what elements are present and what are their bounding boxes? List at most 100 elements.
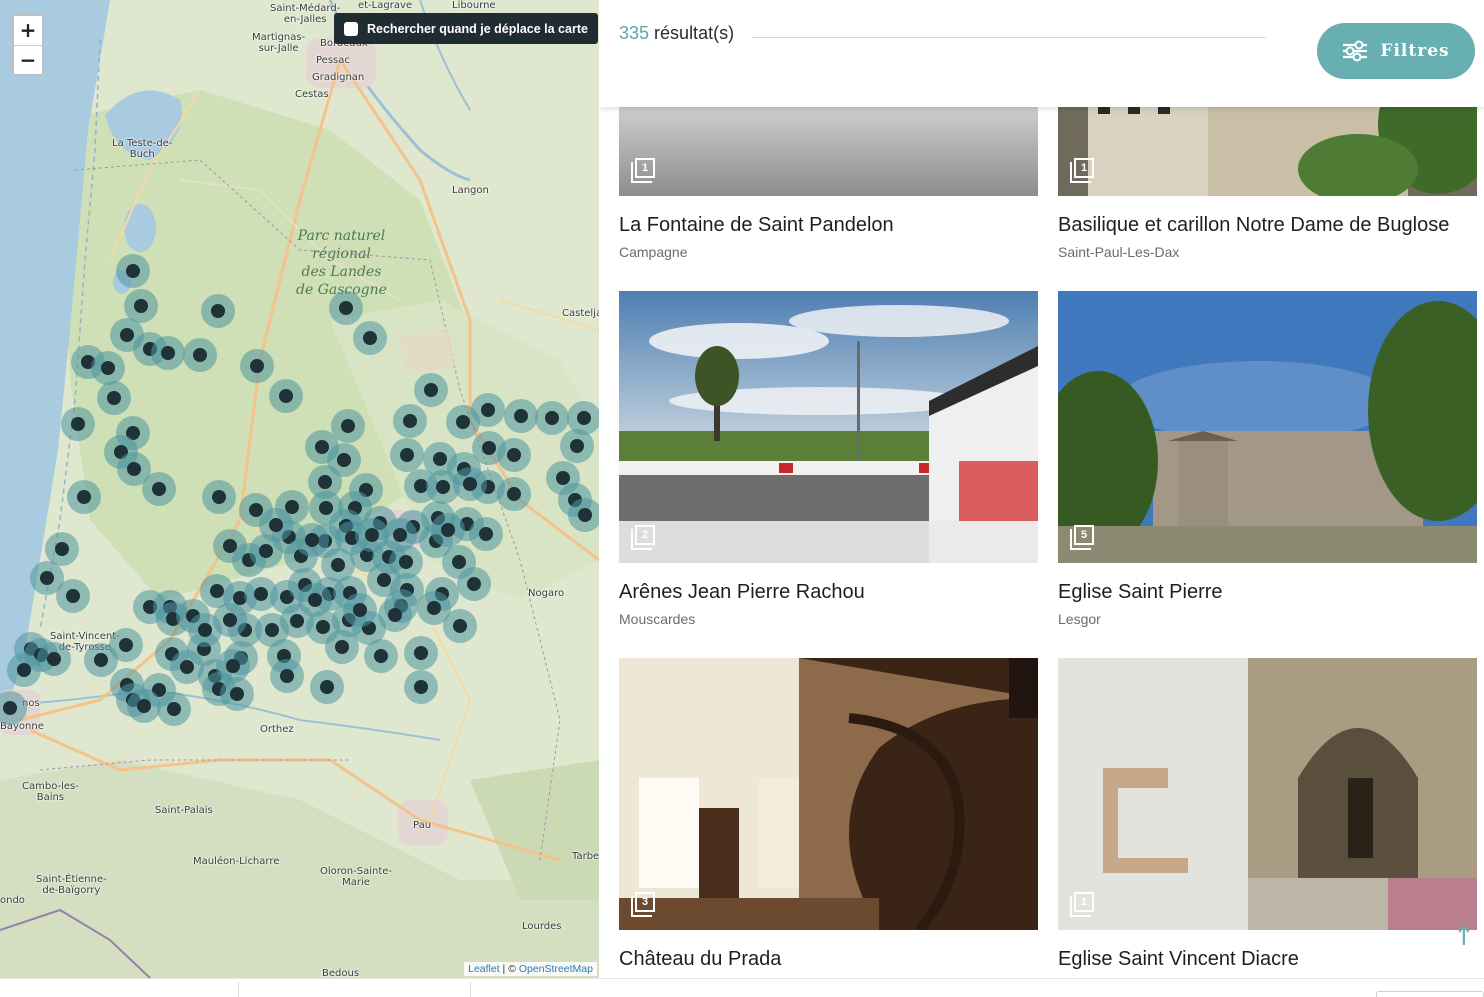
results-panel[interactable]: 335 résultat(s) Filtres 1 La Fontaine de…	[599, 0, 1484, 978]
map-marker[interactable]	[56, 579, 90, 613]
result-card[interactable]: 1 Eglise Saint Vincent Diacre	[1058, 658, 1477, 978]
map-place-label: Nogaro	[528, 588, 565, 599]
map-marker[interactable]	[471, 393, 505, 427]
map-marker[interactable]	[269, 379, 303, 413]
map-marker[interactable]	[325, 630, 359, 664]
result-card[interactable]: 5 Eglise Saint Pierre Lesgor	[1058, 291, 1477, 627]
map-marker[interactable]	[202, 480, 236, 514]
map-marker[interactable]	[310, 670, 344, 704]
map-place-label: Saint-Palais	[155, 805, 213, 816]
map-place-label: Orthez	[260, 724, 294, 735]
openstreetmap-link[interactable]: OpenStreetMap	[519, 963, 593, 975]
map-place-label: Saint-Étienne-de-Baïgorry	[36, 874, 107, 896]
result-card[interactable]: 2 Arênes Jean Pierre Rachou Mouscardes	[619, 291, 1038, 627]
porch-photo[interactable]: 1	[1058, 658, 1477, 930]
map-marker[interactable]	[7, 653, 41, 687]
photo-count-number: 1	[635, 158, 655, 178]
church-photo[interactable]: 5	[1058, 291, 1477, 563]
zoom-out-button[interactable]: −	[14, 45, 42, 74]
map-marker[interactable]	[568, 498, 599, 532]
map-marker[interactable]	[213, 603, 247, 637]
map-marker[interactable]	[37, 642, 71, 676]
card-town: Saint-Paul-Les-Dax	[1058, 244, 1180, 260]
park-label: Parc naturel régional des Landes de Gasc…	[296, 227, 387, 299]
bottom-divider	[470, 982, 471, 997]
photo-count-number: 1	[1074, 158, 1094, 178]
map-marker[interactable]	[91, 351, 125, 385]
map-marker[interactable]	[151, 336, 185, 370]
map-marker[interactable]	[109, 628, 143, 662]
map-place-label: Oloron-Sainte- Marie	[320, 866, 392, 888]
map-marker[interactable]	[364, 639, 398, 673]
map-marker[interactable]	[353, 321, 387, 355]
map-marker[interactable]	[560, 429, 594, 463]
map-marker[interactable]	[497, 477, 531, 511]
map-place-label: Gradignan	[312, 72, 365, 83]
card-title[interactable]: Château du Prada	[619, 948, 1038, 971]
map-marker[interactable]	[355, 518, 389, 552]
map-view[interactable]: Parc naturel régional des Landes de Gasc…	[0, 0, 599, 978]
card-town: Campagne	[619, 244, 688, 260]
card-title[interactable]: Eglise Saint Vincent Diacre	[1058, 948, 1477, 971]
map-marker[interactable]	[457, 567, 491, 601]
card-title[interactable]: La Fontaine de Saint Pandelon	[619, 214, 1038, 237]
map-marker[interactable]	[157, 692, 191, 726]
map-marker[interactable]	[295, 523, 329, 557]
map-marker[interactable]	[220, 677, 254, 711]
map-marker[interactable]	[240, 349, 274, 383]
map-marker[interactable]	[469, 517, 503, 551]
leaflet-link[interactable]: Leaflet	[468, 963, 500, 975]
map-marker[interactable]	[298, 583, 332, 617]
card-title[interactable]: Arênes Jean Pierre Rachou	[619, 581, 1038, 604]
zoom-in-button[interactable]: +	[14, 16, 42, 45]
map-marker[interactable]	[378, 598, 412, 632]
map-marker[interactable]	[535, 401, 569, 435]
search-on-move-toggle[interactable]: Rechercher quand je déplace la carte	[334, 13, 598, 44]
photo-count-icon: 2	[631, 525, 657, 551]
card-title[interactable]: Basilique et carillon Notre Dame de Bugl…	[1058, 214, 1477, 237]
photo-count-icon: 1	[1070, 892, 1096, 918]
park-label-line: régional	[312, 246, 371, 262]
zoom-control: + −	[12, 14, 44, 76]
map-place-label: ondo	[0, 895, 25, 906]
filters-button[interactable]: Filtres	[1317, 23, 1475, 79]
map-marker[interactable]	[67, 480, 101, 514]
bottom-bar	[0, 978, 1484, 997]
map-marker[interactable]	[329, 291, 363, 325]
map-attribution: Leaflet | © OpenStreetMap	[464, 962, 597, 976]
search-on-move-label: Rechercher quand je déplace la carte	[367, 21, 588, 36]
map-marker[interactable]	[390, 438, 424, 472]
map-marker[interactable]	[404, 670, 438, 704]
map-marker[interactable]	[393, 404, 427, 438]
map-place-label: Langon	[452, 185, 489, 196]
map-marker[interactable]	[255, 613, 289, 647]
attribution-separator: | ©	[499, 963, 519, 975]
map-marker[interactable]	[453, 467, 487, 501]
map-marker[interactable]	[61, 407, 95, 441]
map-marker[interactable]	[504, 399, 538, 433]
map-marker[interactable]	[183, 338, 217, 372]
map-marker[interactable]	[414, 373, 448, 407]
map-place-label: Saint-Médard-en-Jalles	[270, 3, 341, 25]
map-marker[interactable]	[404, 636, 438, 670]
map-marker[interactable]	[443, 609, 477, 643]
photo-count-icon: 1	[1070, 158, 1096, 184]
card-title[interactable]: Eglise Saint Pierre	[1058, 581, 1477, 604]
map-marker[interactable]	[142, 472, 176, 506]
map-marker[interactable]	[431, 513, 465, 547]
map-marker[interactable]	[97, 381, 131, 415]
arrow-up-icon[interactable]: ↑	[1453, 922, 1475, 952]
map-place-label: La Teste-de- Buch	[112, 138, 173, 160]
map-marker[interactable]	[270, 659, 304, 693]
map-marker[interactable]	[343, 593, 377, 627]
map-marker[interactable]	[116, 254, 150, 288]
bottom-divider	[238, 982, 239, 997]
search-on-move-checkbox[interactable]	[344, 21, 358, 36]
map-marker[interactable]	[259, 508, 293, 542]
result-card[interactable]: 3 Château du Prada	[619, 658, 1038, 978]
chateau-staircase-photo[interactable]: 3	[619, 658, 1038, 930]
map-marker[interactable]	[497, 438, 531, 472]
arena-photo[interactable]: 2	[619, 291, 1038, 563]
map-marker[interactable]	[201, 294, 235, 328]
map-marker[interactable]	[127, 689, 161, 723]
